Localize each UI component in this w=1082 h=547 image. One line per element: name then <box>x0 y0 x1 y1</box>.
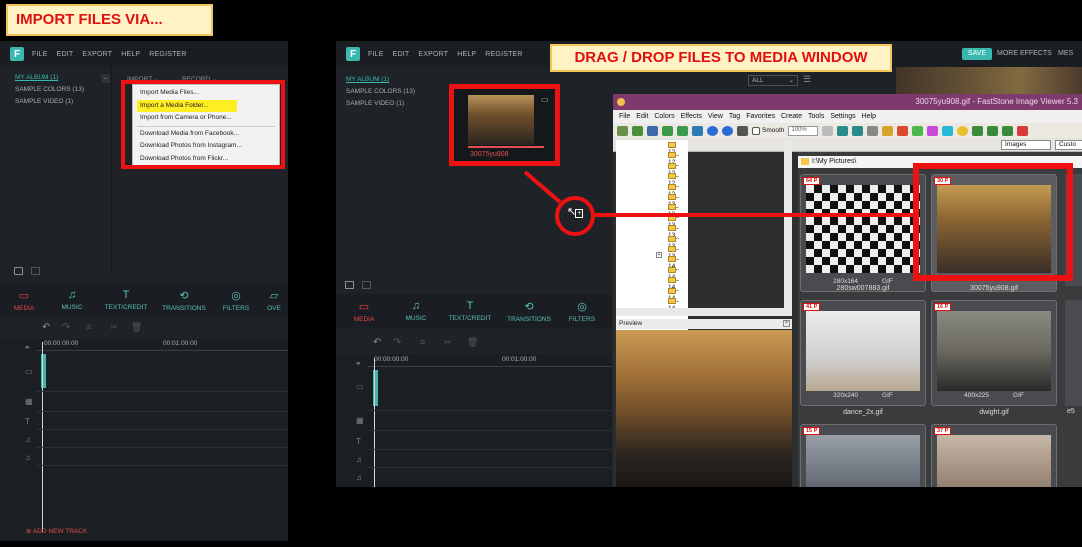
drag-path <box>523 170 915 236</box>
drag-cursor-icon: ↖+ <box>567 206 584 218</box>
drag-line-diagonal <box>523 170 562 204</box>
